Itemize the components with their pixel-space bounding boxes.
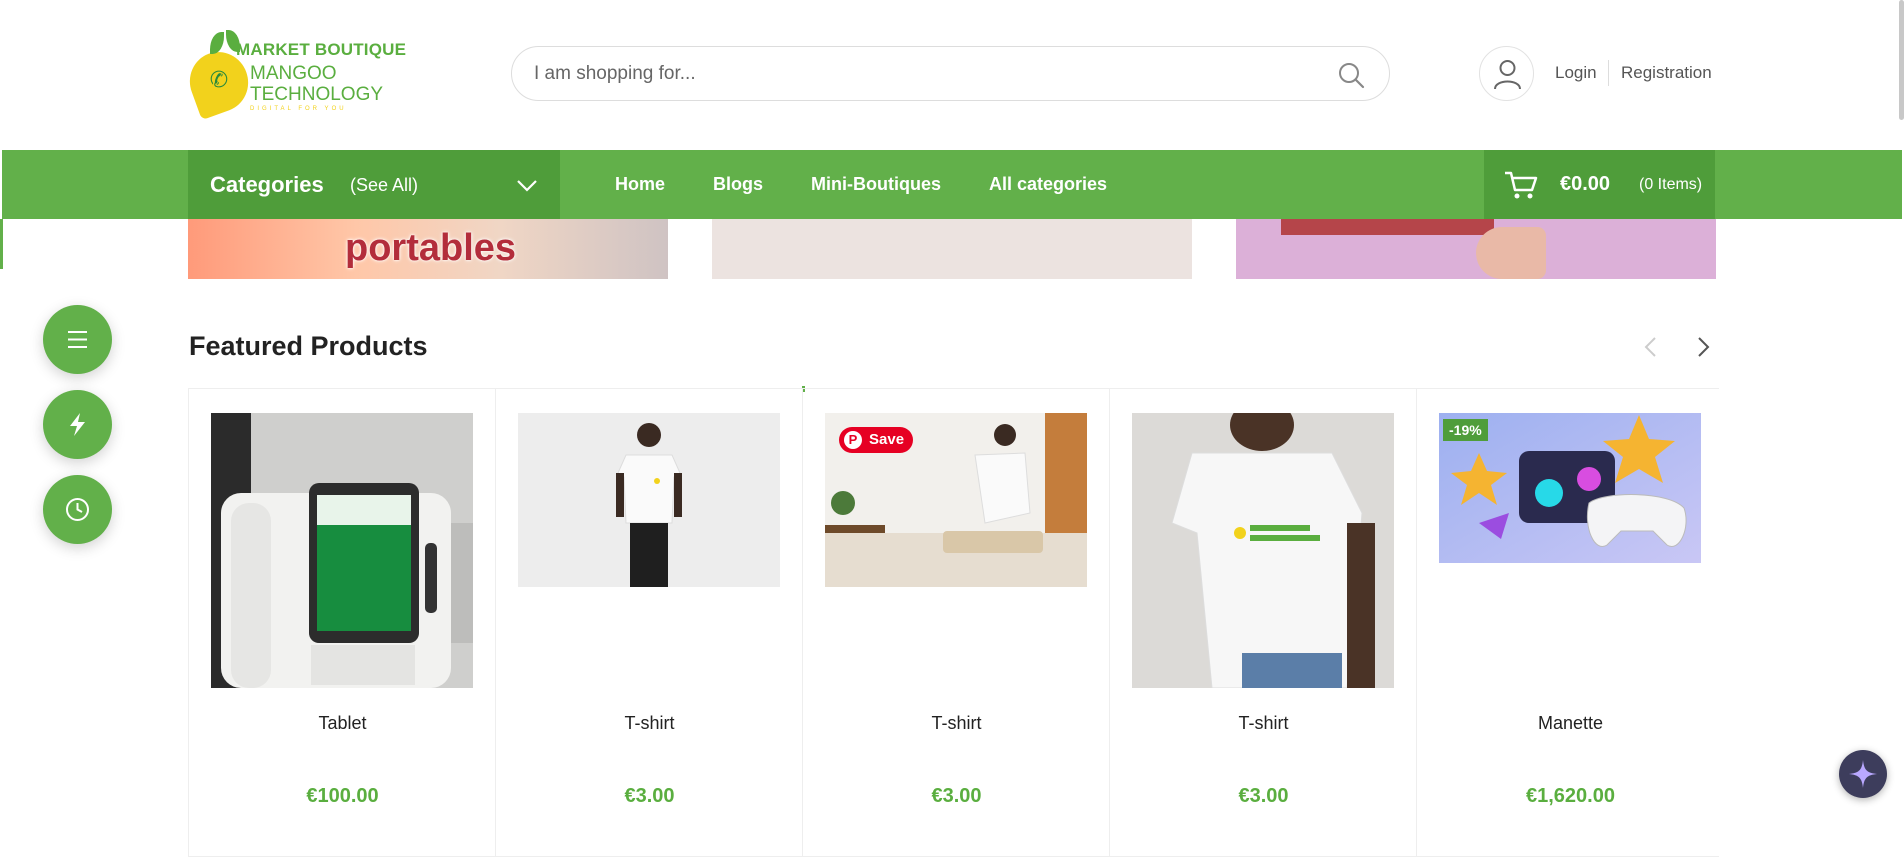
search-input[interactable] [534,47,1314,100]
featured-products-title: Featured Products [189,331,428,361]
nav-links: Home Blogs Mini-Boutiques All categories [615,150,1155,219]
product-image-manette[interactable]: -19% [1439,413,1701,563]
account-button[interactable] [1479,46,1534,101]
chevron-right-icon[interactable] [1692,334,1714,360]
product-name[interactable]: T-shirt [803,713,1110,734]
floating-history-button[interactable] [43,475,112,544]
product-name[interactable]: Manette [1417,713,1724,734]
logo-leaf [210,32,224,54]
logo-tagline: DIGITAL FOR YOU [250,106,347,112]
nav-link-all-categories[interactable]: All categories [989,174,1107,195]
promo-banner[interactable] [712,219,1192,279]
search-icon[interactable] [1337,61,1365,89]
chevron-left-icon[interactable] [1640,334,1662,360]
product-price: €3.00 [624,785,675,807]
product-price: €3.00 [931,785,982,807]
logo-text-line3: TECHNOLOGY [250,84,384,105]
discount-badge: -19% [1443,419,1488,441]
save-label: Save [869,431,905,448]
nav-link-home[interactable]: Home [615,174,665,195]
page-scrollbar[interactable] [1899,0,1904,120]
product-card[interactable]: P Save T-shirt €3.00 [802,389,1109,857]
product-name[interactable]: T-shirt [1110,713,1417,734]
phone-icon: ✆ [209,68,229,93]
pinterest-icon: P [844,431,862,449]
cart-item-count: (0 Items) [1639,176,1703,193]
page: ✆ MARKET BOUTIQUE MANGOO TECHNOLOGY DIGI… [0,0,1904,862]
product-card[interactable]: T-shirt €3.00 [495,389,802,857]
product-card[interactable]: Tablet €100.00 [188,389,495,857]
sparkle-icon [1849,760,1877,788]
banner-text: portables [345,227,517,269]
accent-line [0,219,3,269]
categories-dropdown[interactable]: Categories (See All) [188,150,560,219]
cart-amount: €0.00 [1560,173,1611,195]
product-price: €1,620.00 [1526,785,1615,807]
floating-menu-button[interactable] [43,305,112,374]
nav-link-mini-boutiques[interactable]: Mini-Boutiques [811,174,941,195]
product-image-tshirt[interactable] [1132,413,1394,688]
clock-icon [66,498,89,521]
pinterest-save-button[interactable]: P Save [839,427,913,453]
floating-flash-deals-button[interactable] [43,390,112,459]
categories-label: Categories [210,172,324,197]
see-all-label: (See All) [350,175,419,195]
banner-image [1476,227,1546,279]
product-image-tablet[interactable] [211,413,473,688]
product-name[interactable]: Tablet [189,713,496,734]
registration-link[interactable]: Registration [1621,63,1712,83]
cart-icon [1505,171,1538,199]
logo-text-line2: MANGOO [250,63,337,84]
menu-icon [68,331,87,348]
product-card[interactable]: T-shirt €3.00 [1109,389,1416,857]
section-divider [188,856,1719,862]
lightning-icon [70,413,85,436]
featured-products-carousel: Tablet €100.00 T-shirt €3.00 P Save T-sh… [188,388,1719,857]
site-logo[interactable]: ✆ MARKET BOUTIQUE MANGOO TECHNOLOGY DIGI… [181,26,407,121]
user-icon [1494,60,1521,90]
product-image-tshirt[interactable]: P Save [825,413,1087,587]
nav-link-blogs[interactable]: Blogs [713,174,763,195]
product-price: €100.00 [306,785,379,807]
chevron-down-icon [517,180,537,192]
product-price: €3.00 [1238,785,1289,807]
cart-button[interactable]: €0.00 (0 Items) [1484,150,1715,219]
promo-banner[interactable] [1236,219,1716,279]
promo-banner-portables[interactable]: portables [188,219,668,279]
divider [1608,60,1609,86]
product-name[interactable]: T-shirt [496,713,803,734]
product-image-tshirt[interactable] [518,413,780,587]
search-bar [511,46,1390,101]
product-card[interactable]: -19% Manette €1,620.00 [1416,389,1723,857]
banner-shape [1281,219,1494,235]
ai-assistant-button[interactable] [1839,750,1887,798]
login-link[interactable]: Login [1555,63,1597,83]
logo-text-line1: MARKET BOUTIQUE [236,40,407,59]
